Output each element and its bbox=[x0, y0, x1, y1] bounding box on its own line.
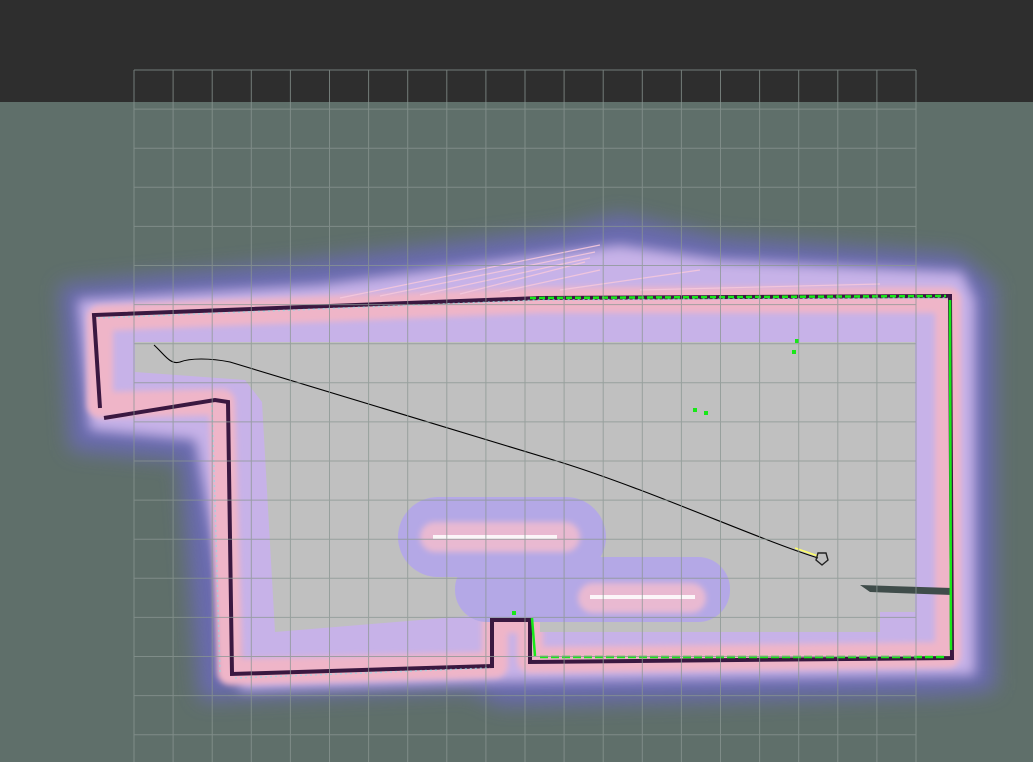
obstacle-blob-2 bbox=[455, 557, 730, 622]
map-viewport[interactable] bbox=[0, 0, 1033, 762]
reference-grid bbox=[133, 69, 917, 762]
